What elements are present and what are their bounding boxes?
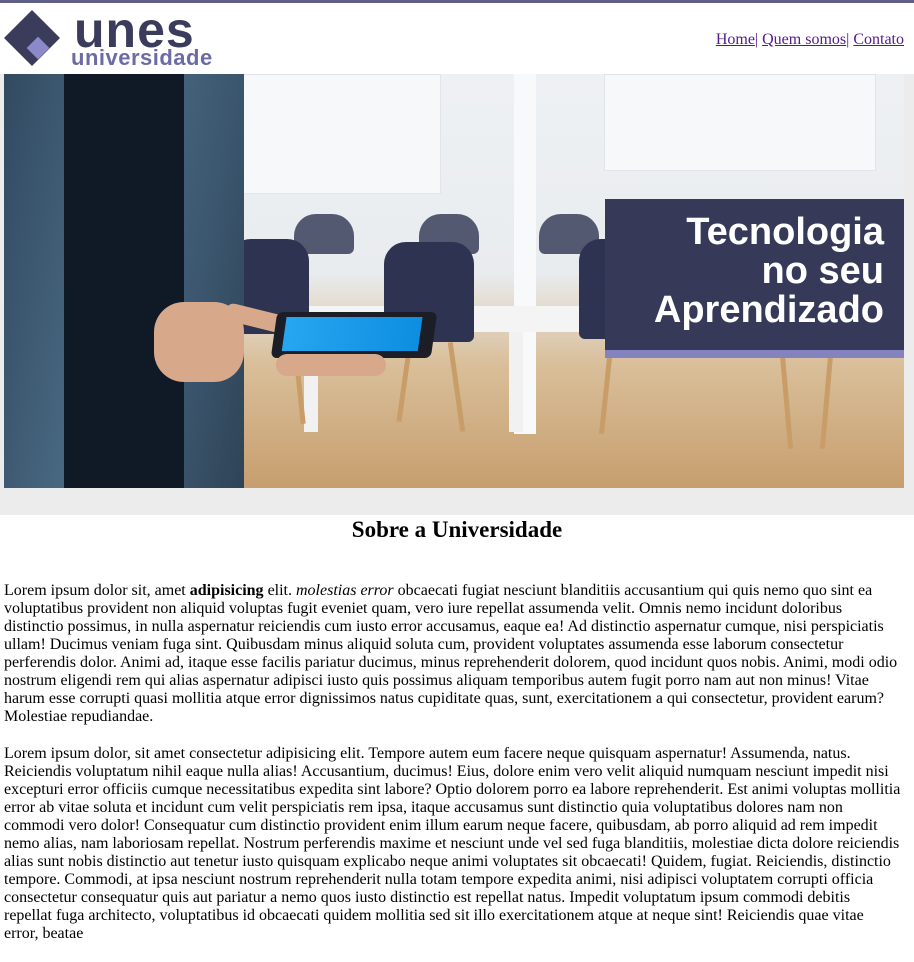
- table-leg: [509, 332, 523, 432]
- banner-line: Aprendizado: [653, 289, 884, 331]
- italic-text: molestias error: [296, 582, 394, 599]
- main-nav: Home| Quem somos| Contato: [716, 31, 904, 49]
- logo-diamond-icon: [4, 10, 60, 66]
- chair-leg: [819, 353, 834, 450]
- content-paragraph: Lorem ipsum dolor, sit amet consectetur …: [4, 745, 901, 942]
- person-shirt: [64, 74, 184, 488]
- nav-about-link[interactable]: Quem somos: [762, 31, 846, 48]
- banner-line: no seu: [761, 250, 884, 292]
- paragraph-text: obcaecati fugiat nesciunt blanditiis acc…: [4, 582, 898, 725]
- site-header: unes universidade Home| Quem somos| Cont…: [0, 2, 914, 74]
- banner-accent-bar: [605, 350, 904, 358]
- hero-banner-image: Tecnologia no seu Aprendizado: [4, 74, 904, 488]
- tablet-device: [270, 312, 438, 358]
- chair-leg: [447, 342, 466, 432]
- nav-home-link[interactable]: Home: [716, 31, 755, 48]
- chair-leg: [779, 353, 794, 450]
- chair-shape: [419, 214, 479, 254]
- content-paragraph: Lorem ipsum dolor sit, amet adipisicing …: [4, 582, 902, 726]
- main-content: Lorem ipsum dolor sit, amet adipisicing …: [4, 582, 902, 962]
- banner-line: Tecnologia: [686, 211, 884, 253]
- paragraph-text: Lorem ipsum dolor sit, amet: [4, 582, 190, 599]
- chair-shape: [294, 214, 354, 254]
- nav-separator: |: [846, 31, 850, 48]
- person-hand: [276, 354, 386, 376]
- logo-subtitle: universidade: [71, 45, 213, 70]
- nav-separator: |: [754, 31, 759, 48]
- bold-text: adipisicing: [189, 582, 264, 599]
- page-title: Sobre a Universidade: [351, 517, 563, 542]
- hero-text-banner: Tecnologia no seu Aprendizado: [605, 199, 904, 350]
- window-shape: [604, 74, 876, 171]
- nav-contact-link[interactable]: Contato: [853, 31, 904, 48]
- site-logo[interactable]: unes universidade: [4, 2, 224, 71]
- paragraph-text: elit.: [263, 582, 296, 599]
